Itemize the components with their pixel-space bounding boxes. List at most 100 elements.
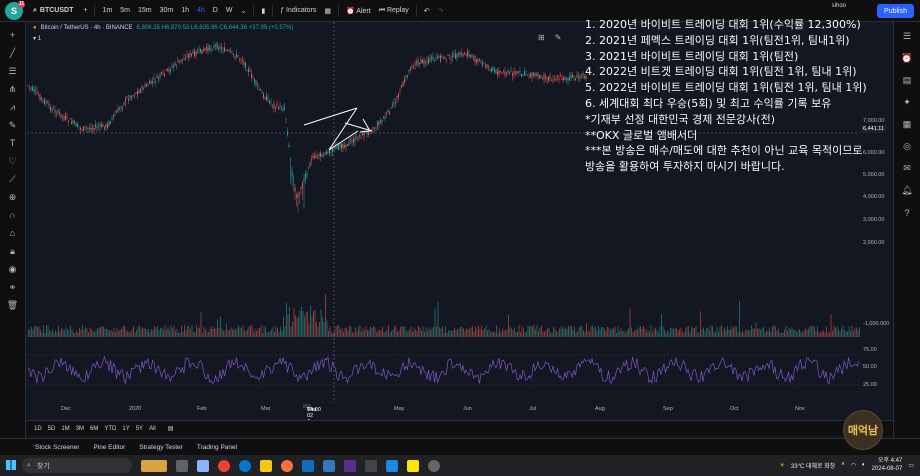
kakaotalk-icon[interactable] (407, 459, 419, 472)
pattern-icon[interactable]: ⩘ (6, 100, 20, 114)
tab-pine-editor[interactable]: Pine Editor (93, 444, 125, 451)
replay-button[interactable]: ⏮ Replay (375, 7, 413, 15)
range-1m[interactable]: 1M (61, 426, 69, 432)
crosshair-icon[interactable]: + (6, 28, 20, 42)
app-icon[interactable] (386, 459, 398, 472)
templates-icon[interactable]: ▦ (320, 7, 335, 15)
link-icon[interactable]: ⚭ (6, 280, 20, 294)
tab-strategy-tester[interactable]: Strategy Tester (139, 444, 183, 451)
zoom-icon[interactable]: ⊕ (6, 190, 20, 204)
volume-bar (286, 303, 287, 337)
task-view-icon[interactable] (176, 459, 188, 472)
user-label[interactable]: sihoo (832, 3, 846, 9)
tab-trading-panel[interactable]: Trading Panel (197, 444, 237, 451)
app-logo[interactable]: S 11 (5, 0, 25, 20)
taskbar-widget-icon[interactable] (141, 459, 167, 472)
notifications-icon[interactable]: 🔔︎ (901, 184, 914, 197)
app-icon[interactable] (344, 459, 356, 472)
range-5y[interactable]: 5Y (136, 426, 143, 432)
interval-15m[interactable]: 15m (134, 7, 156, 14)
brush-icon[interactable]: ✎ (6, 118, 20, 132)
firefox-icon[interactable] (281, 459, 293, 472)
indicators-button[interactable]: ƒ Indicators (276, 7, 320, 14)
candle-body (395, 102, 396, 103)
volume-bar (35, 325, 37, 337)
tray-chevron-icon[interactable]: ˄ (841, 462, 845, 468)
windows-start-icon[interactable] (6, 460, 16, 470)
volume-bar (709, 330, 710, 337)
chat-app-icon[interactable] (197, 459, 209, 472)
interval-30m[interactable]: 30m (156, 7, 178, 14)
grid-icon[interactable]: ⊞ (538, 33, 545, 42)
volume-bar (338, 325, 340, 337)
volume-bar (434, 307, 436, 337)
interval-1m[interactable]: 1m (98, 7, 116, 14)
edge-icon[interactable] (239, 459, 251, 472)
symbol-search[interactable]: ⌕ BTCUSDT (27, 7, 79, 15)
candle-body (125, 98, 126, 103)
time-axis[interactable]: Dec 2020 Feb Mar May Jun Jul Aug Sep Oct… (27, 403, 893, 431)
trash-icon[interactable]: 🗑︎ (6, 298, 20, 312)
file-explorer-icon[interactable] (260, 459, 272, 472)
lock-drawings-icon[interactable]: ⌂ (6, 226, 20, 240)
range-ytd[interactable]: YTD (104, 426, 116, 432)
range-6m[interactable]: 6M (90, 426, 98, 432)
taskbar-search[interactable]: ⌕ 찾기 (22, 458, 132, 473)
range-all[interactable]: All (149, 426, 156, 432)
candle-body (266, 95, 267, 101)
heart-icon[interactable]: ♡ (6, 154, 20, 168)
range-1d[interactable]: 1D (34, 426, 42, 432)
volume-bar (70, 325, 71, 337)
interval-5m[interactable]: 5m (116, 7, 134, 14)
magnet-icon[interactable]: ∩ (6, 208, 20, 222)
trend-line-icon[interactable]: ╱ (6, 46, 20, 60)
weather-text[interactable]: 33°C 대체로 화창 (791, 461, 835, 470)
interval-dropdown-icon[interactable]: ⌄ (236, 7, 250, 15)
volume-bar (46, 325, 47, 337)
text-icon[interactable]: T (6, 136, 20, 150)
volume-bar (485, 325, 487, 337)
notification-icon[interactable]: ▭ (908, 462, 914, 469)
range-1y[interactable]: 1Y (122, 426, 129, 432)
rsi-line (27, 355, 860, 385)
interval-w[interactable]: W (222, 7, 237, 14)
search-icon: ⌕ (33, 6, 37, 14)
drawing-triangle[interactable] (303, 107, 373, 151)
chart-type-icon[interactable]: ▮ (257, 7, 269, 15)
ruler-icon[interactable]: ⟋ (6, 172, 20, 186)
store-icon[interactable] (302, 459, 314, 472)
candle-body (294, 187, 296, 192)
volume-bar (845, 331, 847, 337)
volume-bar (424, 331, 425, 337)
tab-stock-screener[interactable]: Stock Screener (35, 444, 79, 451)
candle-body (42, 99, 44, 100)
interval-d[interactable]: D (209, 7, 222, 14)
lock-icon[interactable]: 🔒︎ (6, 244, 20, 258)
undo-icon[interactable]: ↶ (420, 7, 434, 15)
add-symbol-button[interactable]: + (79, 7, 91, 14)
publish-button[interactable]: Publish (877, 4, 914, 18)
volume-icon[interactable]: 🔈︎ (862, 462, 866, 469)
visibility-icon[interactable]: ◉ (6, 262, 20, 276)
alert-button[interactable]: ⏰ Alert (342, 7, 375, 15)
interval-4h[interactable]: 4h (193, 7, 209, 14)
pitchfork-icon[interactable]: ⋔ (6, 82, 20, 96)
app-icon[interactable] (428, 459, 440, 472)
chrome-icon[interactable] (218, 459, 230, 472)
wifi-icon[interactable]: ◠ (851, 462, 856, 469)
pencil-icon[interactable]: ✎ (555, 33, 562, 42)
redo-icon[interactable]: ↷ (434, 7, 448, 15)
app-icon[interactable] (365, 459, 377, 472)
legend-indicator-count[interactable]: ▾ 1 (33, 35, 41, 42)
interval-1h[interactable]: 1h (177, 7, 193, 14)
volume-bar (71, 329, 73, 337)
range-5d[interactable]: 5D (48, 426, 56, 432)
help-icon[interactable]: ? (901, 206, 914, 219)
clock[interactable]: 오후 4:47 2024-08-07 (872, 457, 903, 473)
ie-icon[interactable] (323, 459, 335, 472)
volume-bar (56, 332, 58, 337)
horizontal-lines-icon[interactable]: ☰ (6, 64, 20, 78)
candle-body (411, 65, 413, 67)
date-range-icon[interactable]: ▤ (168, 425, 174, 432)
range-3m[interactable]: 3M (76, 426, 84, 432)
